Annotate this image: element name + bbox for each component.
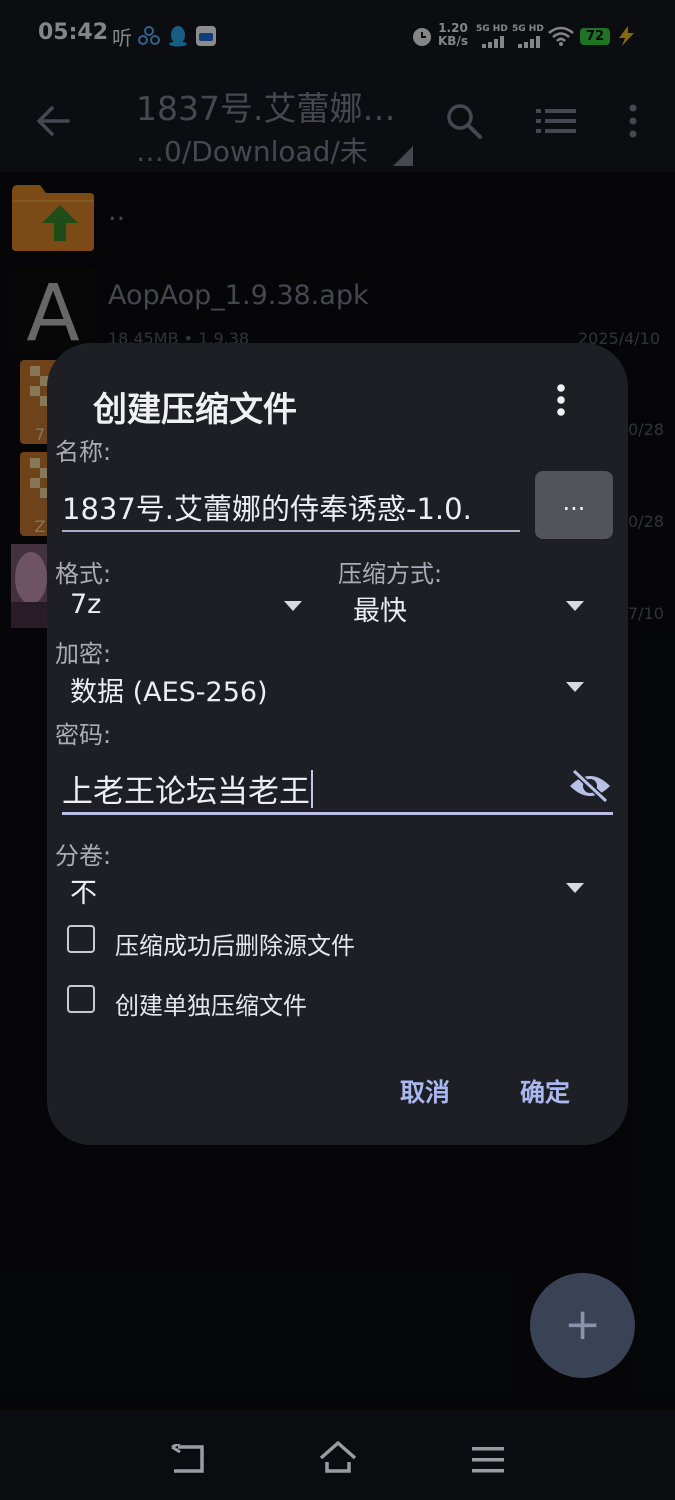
encryption-value: 数据 (AES-256)	[70, 677, 268, 708]
separate-archive-option[interactable]: 创建单独压缩文件	[62, 978, 462, 1024]
separate-archive-label: 创建单独压缩文件	[115, 992, 307, 1020]
encryption-label: 加密:	[55, 640, 112, 668]
name-input-underline	[62, 530, 520, 532]
split-label: 分卷:	[55, 842, 112, 870]
delete-source-option[interactable]: 压缩成功后删除源文件	[62, 918, 462, 964]
dialog-title: 创建压缩文件	[93, 390, 297, 430]
password-input[interactable]: 上老王论坛当老王	[62, 766, 313, 811]
method-value: 最快	[353, 596, 407, 627]
split-value: 不	[70, 878, 97, 909]
method-select[interactable]: 最快	[345, 585, 595, 629]
password-label: 密码:	[55, 721, 112, 749]
name-label: 名称:	[55, 438, 112, 466]
visibility-off-icon[interactable]	[568, 768, 612, 804]
text-cursor	[311, 770, 313, 808]
password-underline	[62, 812, 613, 815]
nav-recents-icon[interactable]	[472, 1446, 504, 1474]
password-text: 上老王论坛当老王	[62, 774, 310, 810]
format-select[interactable]: 7z	[62, 585, 312, 629]
split-dropdown-icon	[566, 883, 584, 893]
format-dropdown-icon	[284, 601, 302, 611]
nav-back-icon[interactable]	[170, 1444, 206, 1474]
name-input[interactable]: 1837号.艾蕾娜的侍奉诱惑-1.0.	[62, 486, 520, 528]
format-value: 7z	[70, 589, 102, 620]
encryption-dropdown-icon	[566, 682, 584, 692]
create-archive-dialog	[47, 343, 628, 1145]
separate-archive-checkbox[interactable]	[67, 985, 95, 1013]
encryption-select[interactable]: 数据 (AES-256)	[62, 666, 597, 710]
method-label: 压缩方式:	[338, 560, 443, 588]
delete-source-checkbox[interactable]	[67, 925, 95, 953]
dialog-more-icon[interactable]	[553, 382, 569, 418]
method-dropdown-icon	[566, 601, 584, 611]
browse-button[interactable]: ...	[535, 471, 613, 539]
delete-source-label: 压缩成功后删除源文件	[115, 932, 355, 960]
nav-home-icon[interactable]	[318, 1440, 358, 1474]
split-select[interactable]: 不	[62, 867, 597, 911]
add-fab-button[interactable]: +	[530, 1273, 635, 1378]
format-label: 格式:	[55, 560, 112, 588]
cancel-button[interactable]: 取消	[400, 1073, 450, 1109]
ok-button[interactable]: 确定	[520, 1073, 570, 1109]
